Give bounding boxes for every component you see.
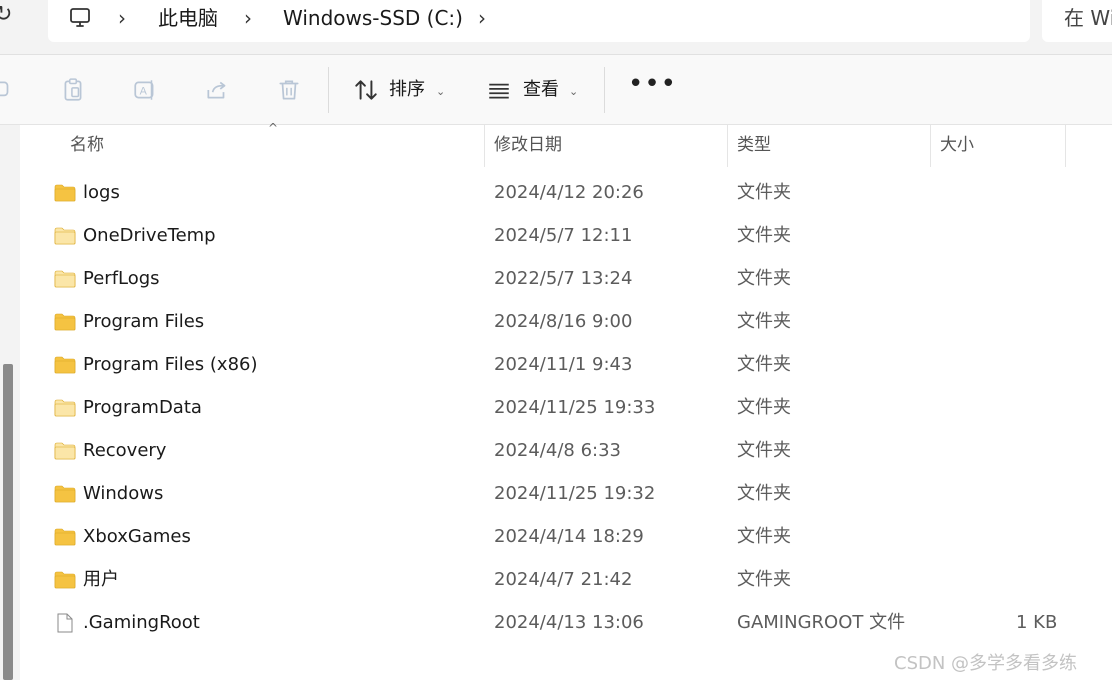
file-modified-date: 2024/4/12 20:26 (494, 182, 644, 203)
delete-icon[interactable] (276, 77, 302, 103)
file-type: 文件夹 (737, 354, 791, 375)
column-header-name[interactable]: 名称 (70, 134, 104, 156)
refresh-icon[interactable]: ↻ (0, 2, 12, 27)
scrollbar-thumb[interactable] (3, 364, 13, 680)
file-name: .GamingRoot (83, 612, 200, 633)
file-row[interactable]: Recovery 2024/4/8 6:33 文件夹 (22, 430, 1112, 473)
breadcrumb-drive[interactable]: Windows-SSD (C:) (283, 5, 463, 31)
file-name: Recovery (83, 440, 167, 461)
file-modified-date: 2024/11/25 19:33 (494, 397, 656, 418)
search-input[interactable]: 在 Wi (1042, 0, 1112, 42)
file-type: 文件夹 (737, 268, 791, 289)
folder-hidden-icon (54, 226, 76, 246)
paste-icon[interactable] (60, 77, 86, 103)
file-modified-date: 2024/11/25 19:32 (494, 483, 656, 504)
file-name: ProgramData (83, 397, 202, 418)
file-modified-date: 2022/5/7 13:24 (494, 268, 633, 289)
file-row[interactable]: OneDriveTemp 2024/5/7 12:11 文件夹 (22, 215, 1112, 258)
file-name: Program Files (x86) (83, 354, 258, 375)
column-divider[interactable] (930, 125, 931, 167)
folder-icon (54, 312, 76, 332)
file-row[interactable]: XboxGames 2024/4/14 18:29 文件夹 (22, 516, 1112, 559)
file-row[interactable]: PerfLogs 2022/5/7 13:24 文件夹 (22, 258, 1112, 301)
file-type: 文件夹 (737, 397, 791, 418)
file-modified-date: 2024/4/8 6:33 (494, 440, 621, 461)
file-type: 文件夹 (737, 569, 791, 590)
chevron-down-icon[interactable]: ⌄ (569, 85, 578, 98)
column-header-row: ^ 名称 修改日期 类型 大小 (22, 121, 1112, 167)
file-row[interactable]: 用户 2024/4/7 21:42 文件夹 (22, 559, 1112, 602)
file-modified-date: 2024/4/14 18:29 (494, 526, 644, 547)
address-bar-strip: ↻ › 此电脑 › Windows-SSD (C:) › 在 Wi (0, 0, 1112, 55)
file-modified-date: 2024/11/1 9:43 (494, 354, 633, 375)
file-type: GAMINGROOT 文件 (737, 612, 906, 633)
sort-ascending-icon: ^ (268, 121, 279, 135)
file-icon (54, 613, 76, 633)
folder-hidden-icon (54, 269, 76, 289)
file-size: 1 KB (1016, 612, 1058, 633)
more-options-button[interactable]: ••• (628, 69, 677, 99)
file-name: 用户 (83, 569, 119, 590)
file-type: 文件夹 (737, 182, 791, 203)
file-name: Program Files (83, 311, 205, 332)
file-name: OneDriveTemp (83, 225, 216, 246)
toolbar-divider (328, 67, 329, 113)
file-row[interactable]: Program Files 2024/8/16 9:00 文件夹 (22, 301, 1112, 344)
file-type: 文件夹 (737, 483, 791, 504)
folder-icon (54, 570, 76, 590)
chevron-right-icon[interactable]: › (478, 8, 486, 28)
column-header-type[interactable]: 类型 (737, 134, 771, 156)
folder-hidden-icon (54, 441, 76, 461)
watermark: CSDN @多学多看多练 (894, 653, 1078, 674)
this-pc-icon[interactable] (68, 6, 92, 30)
sort-button[interactable]: 排序 (389, 79, 425, 101)
view-icon[interactable] (486, 77, 512, 103)
toolbar-divider (604, 67, 605, 113)
column-header-size[interactable]: 大小 (940, 134, 974, 156)
share-icon[interactable] (204, 77, 230, 103)
file-row[interactable]: Program Files (x86) 2024/11/1 9:43 文件夹 (22, 344, 1112, 387)
file-type: 文件夹 (737, 440, 791, 461)
file-row[interactable]: Windows 2024/11/25 19:32 文件夹 (22, 473, 1112, 516)
file-name: XboxGames (83, 526, 191, 547)
chevron-down-icon[interactable]: ⌄ (436, 85, 445, 98)
breadcrumb-this-pc[interactable]: 此电脑 (158, 5, 218, 31)
folder-icon (54, 183, 76, 203)
file-row[interactable]: .GamingRoot 2024/4/13 13:06 GAMINGROOT 文件 1… (22, 602, 1112, 645)
chevron-right-icon[interactable]: › (118, 8, 126, 28)
chevron-right-icon[interactable]: › (244, 8, 252, 28)
file-modified-date: 2024/8/16 9:00 (494, 311, 633, 332)
file-row[interactable]: logs 2024/4/12 20:26 文件夹 (22, 172, 1112, 215)
file-type: 文件夹 (737, 225, 791, 246)
rename-icon[interactable]: A (132, 77, 158, 103)
folder-hidden-icon (54, 398, 76, 418)
view-button[interactable]: 查看 (523, 79, 559, 101)
file-name: logs (83, 182, 120, 203)
file-name: Windows (83, 483, 164, 504)
column-divider[interactable] (484, 125, 485, 167)
folder-icon (54, 527, 76, 547)
column-divider[interactable] (727, 125, 728, 167)
svg-text:A: A (140, 85, 148, 97)
search-placeholder: 在 Wi (1064, 6, 1112, 30)
address-bar[interactable]: › 此电脑 › Windows-SSD (C:) › (48, 0, 1030, 42)
file-modified-date: 2024/4/13 13:06 (494, 612, 644, 633)
file-type: 文件夹 (737, 311, 791, 332)
column-divider[interactable] (1065, 125, 1066, 167)
folder-icon (54, 355, 76, 375)
file-name: PerfLogs (83, 268, 160, 289)
sort-icon[interactable] (353, 77, 379, 103)
copy-icon[interactable] (0, 77, 14, 103)
folder-icon (54, 484, 76, 504)
file-modified-date: 2024/4/7 21:42 (494, 569, 633, 590)
file-type: 文件夹 (737, 526, 791, 547)
command-bar: A 排序 ⌄ 查看 ⌄ ••• (0, 55, 1112, 125)
file-modified-date: 2024/5/7 12:11 (494, 225, 633, 246)
column-header-date[interactable]: 修改日期 (494, 134, 562, 156)
file-row[interactable]: ProgramData 2024/11/25 19:33 文件夹 (22, 387, 1112, 430)
